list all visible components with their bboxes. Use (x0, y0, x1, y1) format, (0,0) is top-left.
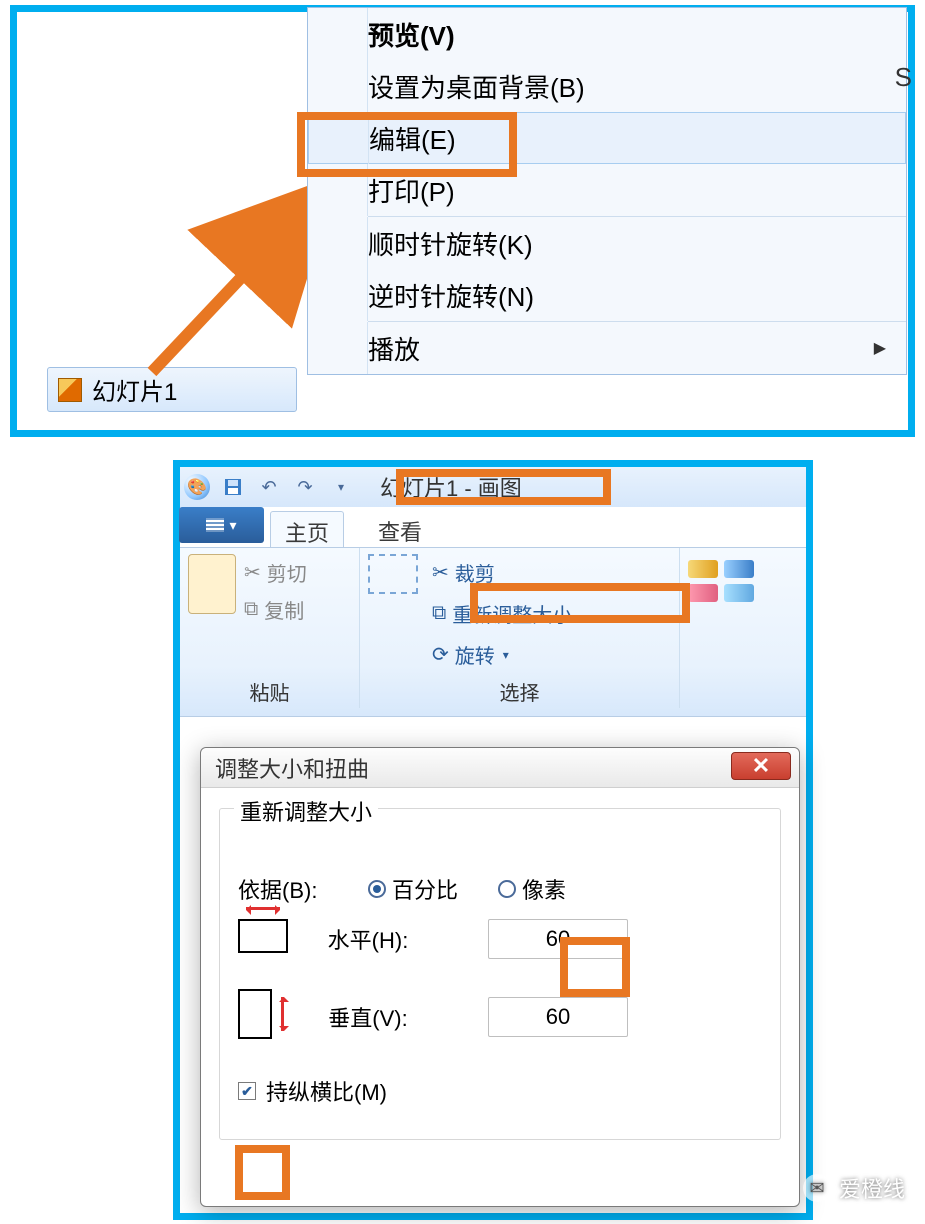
crop-icon: ✂ (432, 560, 449, 585)
tab-home[interactable]: 主页 (270, 511, 344, 552)
dropdown-icon: ▾ (229, 517, 236, 534)
label-vertical: 垂直(V): (308, 1001, 428, 1033)
undo-icon[interactable]: ↶ (256, 474, 282, 500)
menu-item-play[interactable]: 播放 ▶ (308, 322, 906, 374)
resize-icon: ⧉ (432, 602, 446, 625)
dialog-close-button[interactable]: ✕ (731, 752, 791, 780)
paint-title-text: 幻灯片1 - 画图 (380, 471, 522, 503)
row-vertical: 垂直(V): 60 (238, 989, 762, 1045)
radio-pixels[interactable]: 像素 (498, 873, 566, 905)
dialog-titlebar[interactable]: 调整大小和扭曲 ✕ (201, 748, 799, 788)
image-file-icon (58, 378, 82, 402)
row-keep-ratio[interactable]: ✔ 持纵横比(M) (238, 1075, 762, 1107)
input-vertical[interactable]: 60 (488, 997, 628, 1037)
fill-tool-icon[interactable] (724, 560, 754, 578)
select-button[interactable] (368, 554, 418, 673)
ribbon-group-clipboard: ✂ 剪切 ⧉ 复制 粘贴 (180, 548, 360, 708)
file-tile-slide1[interactable]: 幻灯片1 (47, 367, 297, 412)
menu-item-edit[interactable]: 编辑(E) (308, 112, 906, 164)
menu-item-label: 顺时针旋转(K) (368, 225, 533, 262)
paint-window: 🎨 ↶ ↷ ▾ 幻灯片1 - 画图 ▾ 主页 查看 (180, 467, 806, 1213)
row-horizontal: 水平(H): 60 (238, 919, 762, 959)
close-icon: ✕ (752, 753, 770, 779)
rotate-button[interactable]: ⟳ 旋转 ▾ (432, 640, 572, 669)
ribbon-group-tools (680, 548, 790, 708)
paint-titlebar: 🎨 ↶ ↷ ▾ 幻灯片1 - 画图 (180, 467, 806, 507)
picker-tool-icon[interactable] (724, 584, 754, 602)
copy-icon: ⧉ (244, 598, 258, 621)
row-by: 依据(B): 百分比 像素 (238, 873, 762, 905)
radio-percent[interactable]: 百分比 (368, 873, 458, 905)
ribbon-group-label: 选择 (360, 677, 679, 706)
tabstrip: 主页 查看 (270, 511, 436, 552)
menu-item-label: 打印(P) (368, 172, 455, 209)
label-horizontal: 水平(H): (308, 923, 428, 955)
submenu-arrow-icon: ▶ (874, 338, 886, 358)
paint-app-icon: 🎨 (184, 474, 210, 500)
resize-dialog: 调整大小和扭曲 ✕ 重新调整大小 依据(B): 百分比 像素 (200, 747, 800, 1207)
save-icon[interactable] (220, 474, 246, 500)
clipboard-icon (188, 554, 236, 614)
menu-item-preview[interactable]: 预览(V) (308, 8, 906, 60)
ribbon: ✂ 剪切 ⧉ 复制 粘贴 (180, 547, 806, 717)
context-menu: 预览(V) 设置为桌面背景(B) 编辑(E) 打印(P) 顺时针旋转(K) 逆时… (307, 7, 907, 375)
menu-item-label: 播放 (368, 330, 420, 367)
menu-item-label: 编辑(E) (369, 120, 456, 157)
radio-icon (498, 880, 516, 898)
radio-icon (368, 880, 386, 898)
menu-item-print[interactable]: 打印(P) (308, 164, 906, 216)
ribbon-group-image: ✂ 裁剪 ⧉ 重新调整大小 ⟳ 旋转 ▾ 选择 (360, 548, 680, 708)
wechat-icon: ✉ (803, 1174, 831, 1202)
menu-item-rotate-cw[interactable]: 顺时针旋转(K) (308, 217, 906, 269)
crop-button[interactable]: ✂ 裁剪 (432, 558, 572, 587)
ribbon-group-label: 粘贴 (180, 677, 359, 706)
scissors-icon: ✂ (244, 560, 261, 585)
cut-button[interactable]: ✂ 剪切 (244, 558, 307, 587)
checkbox-keep-ratio[interactable]: ✔ (238, 1082, 256, 1100)
copy-button[interactable]: ⧉ 复制 (244, 595, 307, 624)
group-legend: 重新调整大小 (234, 795, 378, 827)
top-panel: 幻灯片1 预览(V) 设置为桌面背景(B) 编辑(E) 打印(P) 顺时针旋转(… (10, 5, 915, 437)
partial-letter: S (895, 62, 912, 93)
resize-group: 重新调整大小 依据(B): 百分比 像素 水平(H): (219, 808, 781, 1140)
file-tile-label: 幻灯片1 (92, 372, 177, 407)
marquee-icon (368, 554, 418, 594)
eraser-tool-icon[interactable] (688, 584, 718, 602)
label-by: 依据(B): (238, 873, 358, 905)
resize-button[interactable]: ⧉ 重新调整大小 (432, 599, 572, 628)
rotate-icon: ⟳ (432, 642, 449, 667)
watermark: ✉ 爱橙线 (803, 1172, 905, 1204)
label-keep-ratio: 持纵横比(M) (266, 1075, 387, 1107)
qat-more-icon[interactable]: ▾ (328, 474, 354, 500)
dropdown-icon: ▾ (503, 648, 509, 662)
file-menu-button[interactable]: ▾ (179, 507, 264, 543)
redo-icon[interactable]: ↷ (292, 474, 318, 500)
menu-item-label: 逆时针旋转(N) (368, 277, 534, 314)
watermark-text: 爱橙线 (839, 1172, 905, 1204)
tab-view[interactable]: 查看 (364, 511, 436, 552)
dialog-title-text: 调整大小和扭曲 (215, 752, 369, 784)
menu-item-rotate-ccw[interactable]: 逆时针旋转(N) (308, 269, 906, 321)
menu-item-label: 预览(V) (368, 16, 455, 53)
menu-item-label: 设置为桌面背景(B) (368, 68, 585, 105)
input-horizontal[interactable]: 60 (488, 919, 628, 959)
paste-button[interactable] (188, 554, 236, 628)
menu-item-set-wallpaper[interactable]: 设置为桌面背景(B) (308, 60, 906, 112)
pencil-tool-icon[interactable] (688, 560, 718, 578)
bottom-panel: 🎨 ↶ ↷ ▾ 幻灯片1 - 画图 ▾ 主页 查看 (173, 460, 813, 1220)
